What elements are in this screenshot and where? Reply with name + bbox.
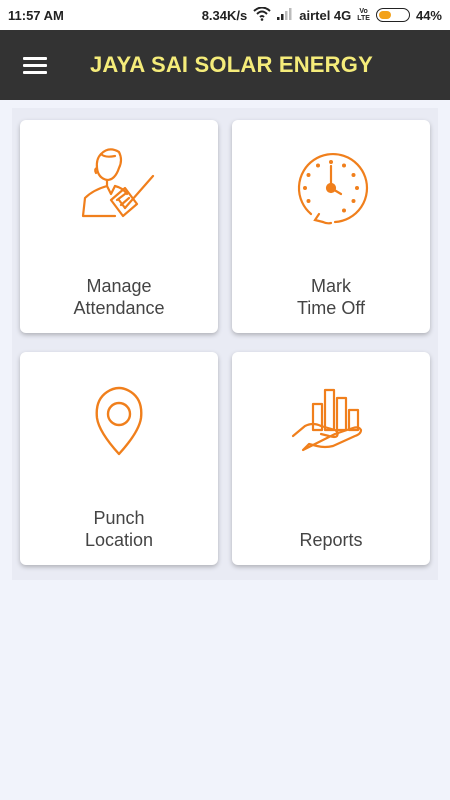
volte-icon: Vo LTE [357, 8, 370, 22]
tile-label: Manage Attendance [20, 275, 218, 319]
attendance-icon [81, 148, 155, 218]
status-bar: 11:57 AM 8.34K/s airtel 4G Vo LTE 44% [0, 0, 450, 30]
tile-label-line2: Time Off [296, 298, 365, 318]
app-title: JAYA SAI SOLAR ENERGY [90, 52, 373, 77]
tile-label-line2: Attendance [73, 298, 165, 318]
tile-label: Punch Location [20, 507, 218, 551]
clock-icon [297, 152, 369, 225]
tile-label-line1: Reports [299, 530, 363, 550]
volte-bottom: LTE [357, 15, 370, 22]
tile-label-line1: Manage [86, 276, 152, 296]
status-right: 8.34K/s airtel 4G Vo LTE 44% [201, 6, 442, 24]
manage-attendance-tile[interactable]: Manage Attendance [20, 120, 218, 333]
battery-icon [375, 8, 410, 22]
carrier-label: airtel 4G [299, 7, 352, 23]
punch-location-tile[interactable]: Punch Location [20, 352, 218, 565]
network-speed: 8.34K/s [201, 7, 248, 23]
status-time: 11:57 AM [8, 7, 64, 23]
tile-label: Reports [232, 529, 430, 551]
battery-percent: 44% [415, 7, 442, 23]
tile-label-line1: Punch [93, 508, 145, 528]
tile-label: Mark Time Off [232, 275, 430, 319]
hamburger-menu-button[interactable] [0, 30, 70, 100]
tile-label-line1: Mark [311, 276, 351, 296]
tile-label-line2: Location [84, 530, 154, 550]
location-pin-icon [95, 386, 143, 456]
reports-chart-icon [291, 388, 363, 452]
volte-top: Vo [359, 8, 368, 15]
wifi-icon [253, 6, 271, 24]
app-bar: JAYA SAI SOLAR ENERGY [0, 30, 450, 100]
battery-fill [378, 11, 391, 19]
reports-tile[interactable]: Reports [232, 352, 430, 565]
mark-time-off-tile[interactable]: Mark Time Off [232, 120, 430, 333]
hamburger-icon [23, 53, 47, 78]
signal-icon [277, 7, 293, 23]
